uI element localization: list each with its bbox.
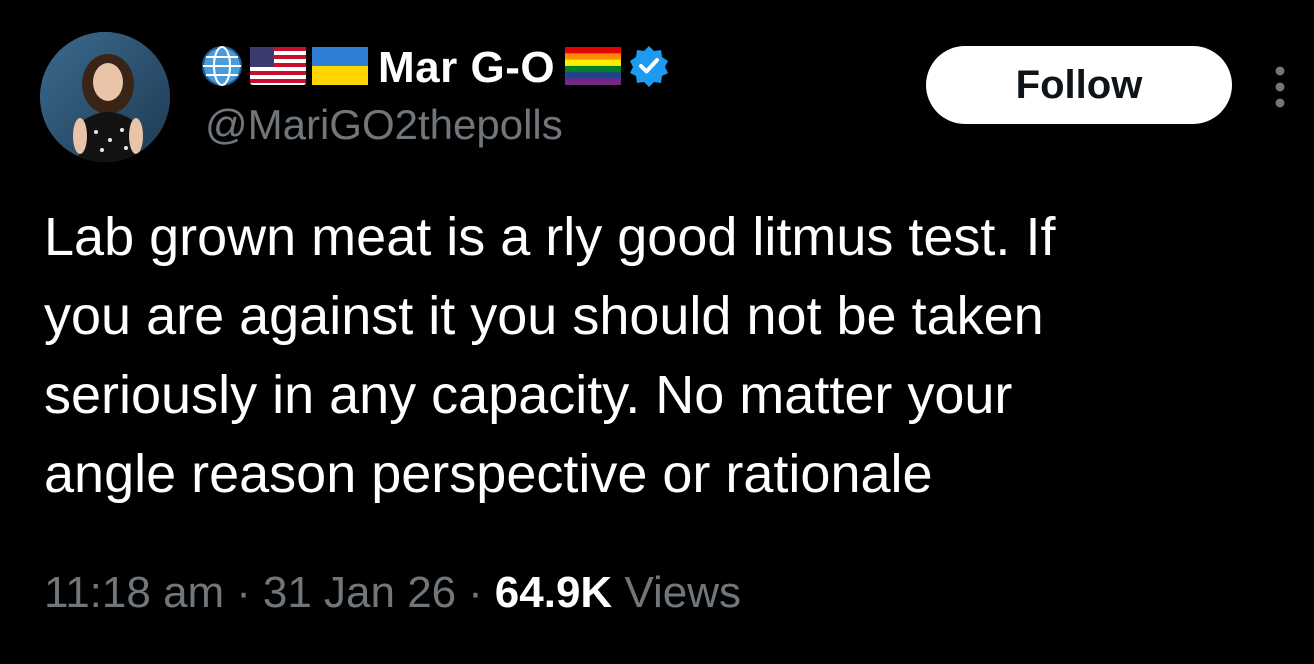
- author-handle[interactable]: @MariGO2thepolls: [205, 104, 563, 146]
- rainbow-flag-icon: [565, 46, 622, 90]
- views-label: Views: [624, 568, 742, 617]
- meta-separator: ·: [468, 568, 483, 617]
- tweet-text: Lab grown meat is a rly good litmus test…: [44, 207, 1056, 504]
- views-count: 64.9K: [494, 568, 613, 617]
- more-vertical-icon: [1275, 66, 1285, 108]
- verified-badge-icon[interactable]: [627, 44, 671, 93]
- follow-button[interactable]: Follow: [926, 46, 1232, 124]
- tweet-date[interactable]: 31 Jan 26: [263, 566, 456, 620]
- avatar[interactable]: [40, 32, 170, 162]
- views[interactable]: 64.9K Views: [495, 566, 741, 620]
- tweet-meta: 11:18 am · 31 Jan 26 · 64.9K Views: [44, 566, 741, 620]
- tweet-time[interactable]: 11:18 am: [44, 566, 224, 620]
- us-flag-icon: [250, 46, 306, 90]
- author-display-name[interactable]: Mar G-O: [378, 46, 555, 90]
- tweet-card: Mar G-O @MariGO2thepolls Follow Lab grow…: [0, 0, 1314, 664]
- more-options-button[interactable]: [1266, 62, 1294, 112]
- meta-separator: ·: [236, 568, 251, 617]
- avatar-image: [40, 32, 170, 162]
- author-name-row[interactable]: Mar G-O: [200, 38, 671, 98]
- globe-icon: [200, 44, 244, 93]
- ukraine-flag-icon: [312, 46, 368, 90]
